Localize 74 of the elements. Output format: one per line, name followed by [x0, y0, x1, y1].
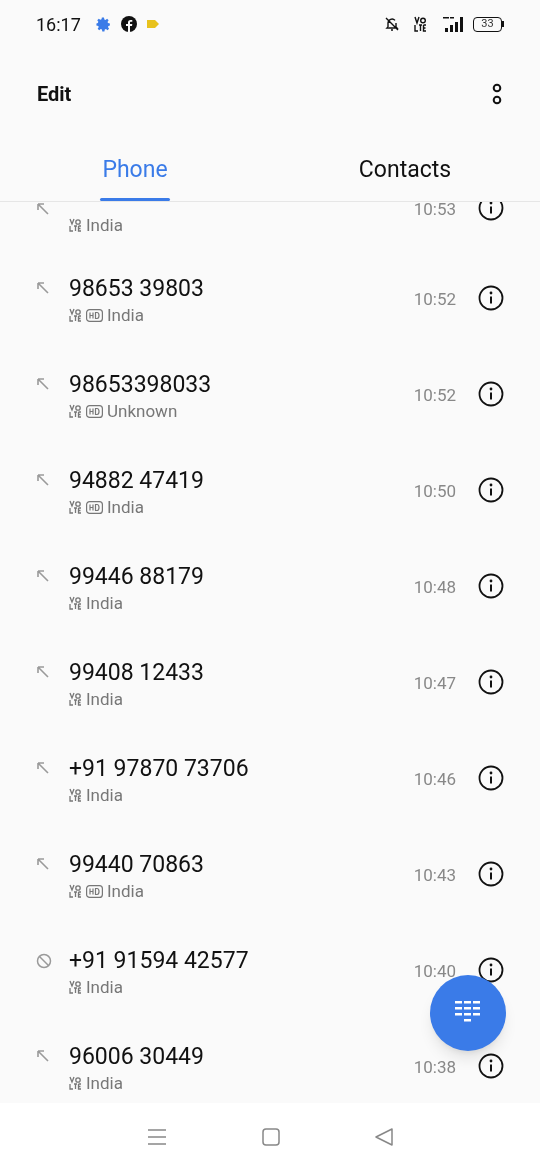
call-time: 10:43 — [413, 864, 456, 887]
volte-status-icon — [414, 16, 427, 32]
tag-icon — [146, 19, 159, 29]
call-location: India — [86, 1072, 123, 1094]
volte-icon — [69, 308, 82, 322]
outgoing-arrow-icon — [36, 281, 50, 295]
info-icon[interactable] — [478, 861, 504, 887]
call-location: India — [86, 976, 123, 998]
outgoing-arrow-icon — [36, 202, 50, 216]
info-icon[interactable] — [478, 381, 504, 407]
volte-icon — [69, 596, 82, 610]
call-time: 10:38 — [413, 1056, 456, 1079]
call-time: 10:48 — [413, 576, 456, 599]
home-icon[interactable] — [262, 1127, 280, 1146]
dialpad-button[interactable] — [430, 975, 506, 1051]
call-time: 10:52 — [413, 384, 456, 407]
outgoing-arrow-icon — [36, 665, 50, 679]
call-location: India — [107, 496, 144, 518]
phone-number[interactable]: +91 91594 42577 — [69, 947, 414, 975]
volte-icon — [69, 500, 82, 514]
info-icon[interactable] — [478, 573, 504, 599]
phone-number[interactable]: 98653 39803 — [69, 275, 414, 303]
back-icon[interactable] — [374, 1127, 393, 1146]
phone-number[interactable]: +91 97870 73706 — [69, 755, 414, 783]
volte-icon — [69, 884, 82, 898]
call-time: 10:47 — [413, 672, 456, 695]
more-options-icon[interactable] — [491, 82, 503, 106]
volte-icon — [69, 980, 82, 994]
volte-icon — [69, 692, 82, 706]
phone-number[interactable]: 99446 88179 — [69, 563, 414, 591]
phone-number[interactable]: 94882 47419 — [69, 467, 414, 495]
tab[interactable]: Contacts — [270, 140, 540, 201]
call-location: India — [107, 880, 144, 902]
muted-bell-icon — [384, 16, 400, 32]
phone-number[interactable]: 99440 70863 — [69, 851, 414, 879]
call-time: 10:53 — [413, 202, 456, 221]
info-icon[interactable] — [478, 202, 504, 221]
edit-button[interactable]: Edit — [37, 79, 72, 109]
info-icon[interactable] — [478, 765, 504, 791]
call-time: 10:40 — [413, 960, 456, 983]
call-location: India — [86, 784, 123, 806]
call-location: Unknown — [107, 400, 178, 422]
volte-icon — [69, 218, 82, 232]
volte-icon — [69, 404, 82, 418]
info-icon[interactable] — [478, 669, 504, 695]
outgoing-arrow-icon — [36, 857, 50, 871]
gear-icon — [94, 15, 112, 33]
outgoing-arrow-icon — [36, 569, 50, 583]
tab[interactable]: Phone — [0, 140, 270, 201]
dialpad-icon — [455, 1001, 481, 1025]
info-icon[interactable] — [478, 285, 504, 311]
call-time: 10:50 — [413, 480, 456, 503]
info-icon[interactable] — [478, 957, 504, 983]
volte-icon — [69, 1076, 82, 1090]
call-location: India — [86, 688, 123, 710]
phone-number[interactable]: 99408 12433 — [69, 659, 414, 687]
call-time: 10:46 — [413, 768, 456, 791]
blocked-icon — [36, 953, 52, 969]
call-time: 10:52 — [413, 288, 456, 311]
outgoing-arrow-icon — [36, 761, 50, 775]
outgoing-arrow-icon — [36, 377, 50, 391]
battery-icon: 33 — [473, 16, 504, 32]
call-location: India — [107, 304, 144, 326]
phone-number[interactable]: 96006 30449 — [69, 1043, 414, 1071]
call-location: India — [86, 592, 123, 614]
facebook-icon — [120, 16, 137, 32]
status-time: 16:17 — [36, 12, 81, 37]
call-location: India — [86, 214, 123, 236]
volte-icon — [69, 788, 82, 802]
outgoing-arrow-icon — [36, 473, 50, 487]
phone-number[interactable]: 98653398033 — [69, 371, 414, 399]
info-icon[interactable] — [478, 1053, 504, 1079]
info-icon[interactable] — [478, 477, 504, 503]
outgoing-arrow-icon — [36, 1049, 50, 1063]
